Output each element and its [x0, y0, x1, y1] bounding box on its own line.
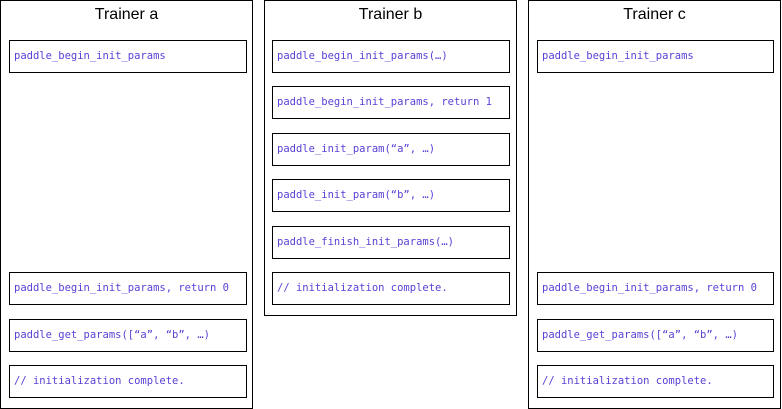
trainer-c-step-2: paddle_begin_init_params, return 0	[537, 272, 774, 305]
trainer-b-step-6: // initialization complete.	[272, 272, 510, 305]
trainer-a-lane: Trainer a paddle_begin_init_params paddl…	[0, 0, 253, 409]
trainer-c-step-1: paddle_begin_init_params	[537, 40, 774, 73]
trainer-b-step-2: paddle_begin_init_params, return 1	[272, 86, 510, 119]
trainer-a-step-2: paddle_begin_init_params, return 0	[9, 272, 247, 305]
trainer-a-step-3: paddle_get_params([“a”, “b”, …)	[9, 319, 247, 352]
trainer-b-title: Trainer b	[358, 6, 423, 23]
trainer-b-step-3: paddle_init_param(“a”, …)	[272, 133, 510, 166]
trainer-c-step-3: paddle_get_params([“a”, “b”, …)	[537, 319, 774, 352]
trainer-a-title: Trainer a	[94, 6, 159, 23]
trainer-c-step-4: // initialization complete.	[537, 365, 774, 398]
trainer-c-title: Trainer c	[623, 6, 686, 23]
trainer-b-lane: Trainer b paddle_begin_init_params(…) pa…	[264, 0, 517, 316]
trainer-b-step-5: paddle_finish_init_params(…)	[272, 226, 510, 259]
trainer-b-step-1: paddle_begin_init_params(…)	[272, 40, 510, 73]
trainer-b-step-4: paddle_init_param(“b”, …)	[272, 179, 510, 212]
trainer-a-step-4: // initialization complete.	[9, 365, 247, 398]
trainer-a-step-1: paddle_begin_init_params	[9, 40, 247, 73]
trainer-c-lane: Trainer c paddle_begin_init_params paddl…	[528, 0, 781, 409]
